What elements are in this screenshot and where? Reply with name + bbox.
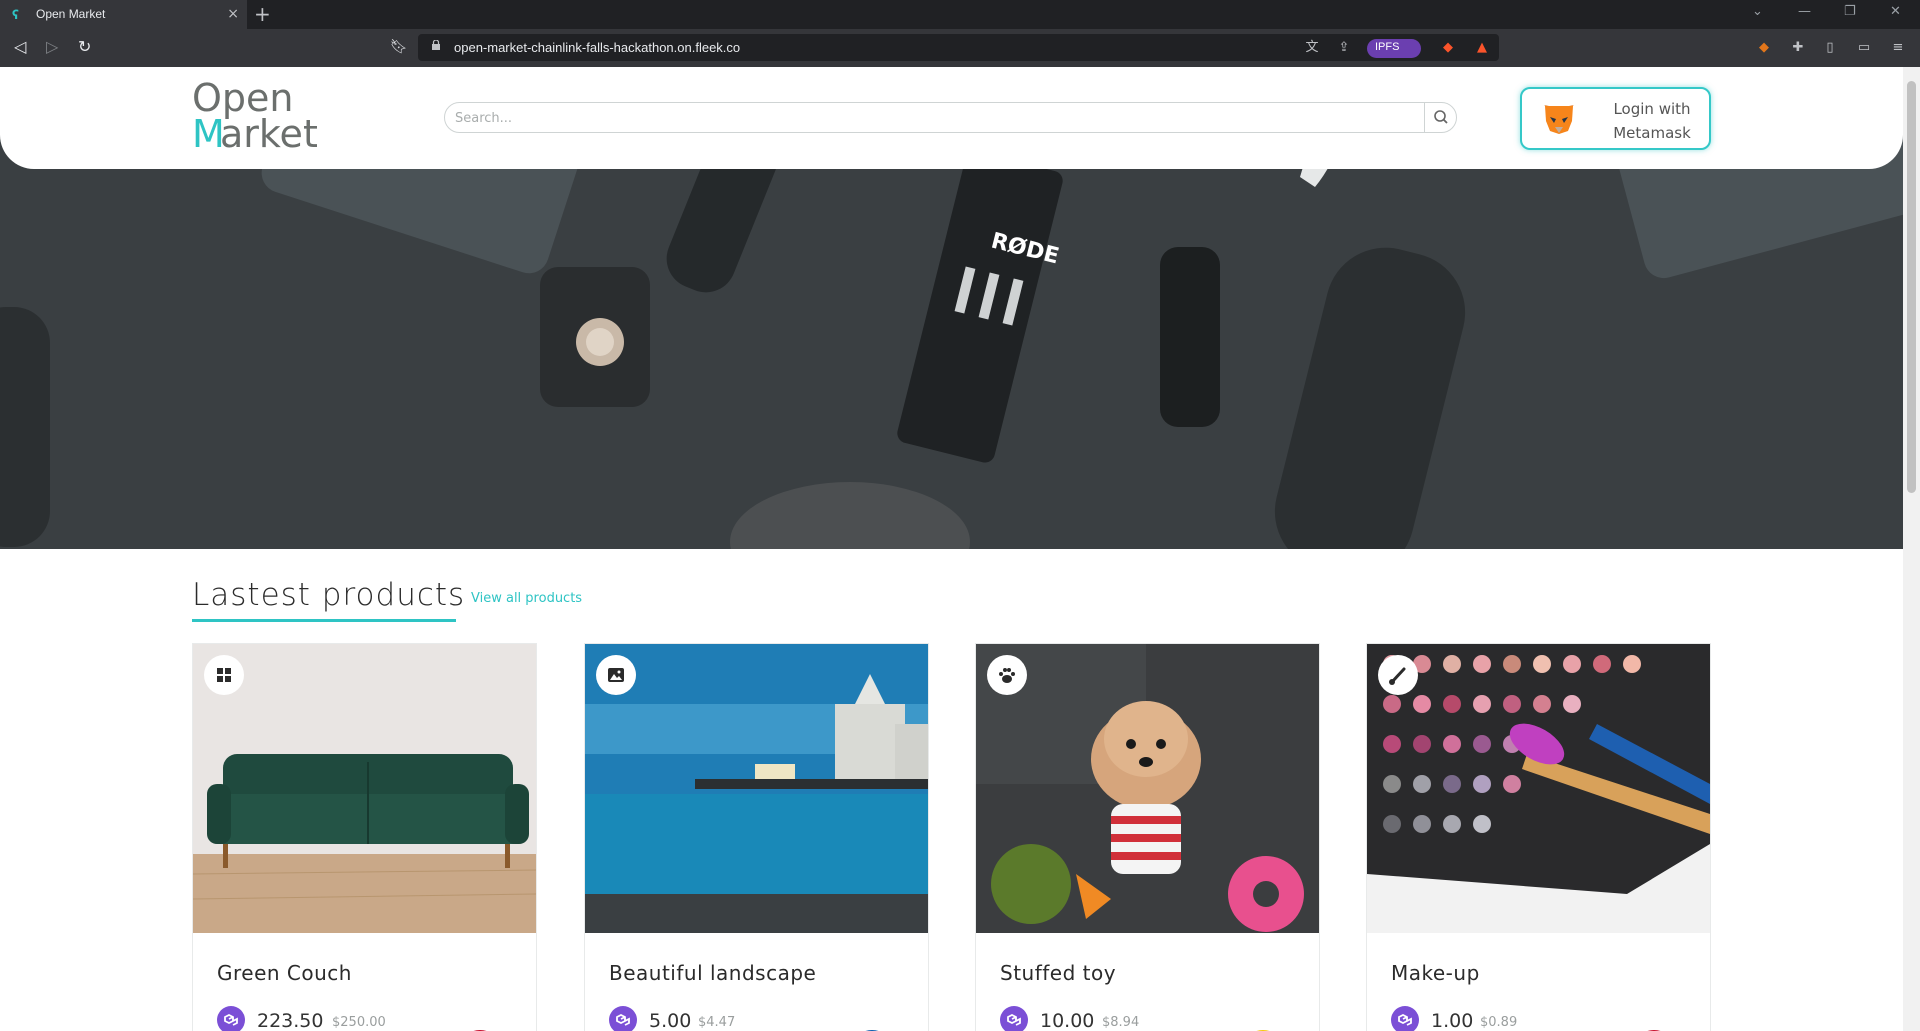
product-usd-price: $8.94 [1102,1015,1140,1030]
page-content: RØDE Open M arket Search... Login with M… [0,67,1903,1031]
wallet-icon[interactable]: ▭ [1856,39,1872,57]
extensions-icon[interactable]: ✚ [1790,39,1806,57]
category-badge [987,655,1027,695]
site-favicon-icon: ʕ [12,8,19,22]
section-title: Lastest products [192,577,466,613]
product-usd-price: $0.89 [1480,1015,1518,1030]
polygon-coin-icon [1000,1006,1028,1031]
brave-shield-icon[interactable]: ◆ [1440,39,1456,57]
forward-icon[interactable]: ▷ [46,37,58,57]
login-metamask-button[interactable]: Login with Metamask [1520,87,1711,150]
product-price: 223.50 [257,1010,324,1031]
section-title-underline [192,619,456,622]
product-usd-price: $250.00 [332,1015,386,1030]
menu-icon[interactable]: ≡ [1890,39,1906,57]
brush-icon [1389,667,1406,685]
product-image[interactable] [976,644,1319,933]
image-icon [608,668,624,682]
product-image[interactable] [1367,644,1710,933]
reload-icon[interactable]: ↻ [78,37,91,57]
product-name[interactable]: Green Couch [217,961,352,985]
close-tab-icon[interactable]: × [227,6,239,22]
metamask-fox-icon [1544,105,1574,134]
site-header: Open M arket Login wit [0,67,1903,169]
share-icon[interactable]: ⇪ [1336,39,1352,57]
logo-text-market: arket [220,112,318,156]
product-card[interactable]: Stuffed toy 10.00 $8.94 [975,643,1320,1031]
product-image[interactable] [193,644,536,933]
browser-tab[interactable]: ʕ Open Market × [0,0,247,29]
product-price: 1.00 [1431,1010,1474,1031]
site-logo[interactable]: Open M arket [192,79,352,159]
minimize-icon[interactable]: — [1798,4,1811,19]
product-card[interactable]: Beautiful landscape 5.00 $4.47 [584,643,929,1031]
new-tab-icon[interactable]: + [254,3,271,25]
ipfs-badge[interactable]: IPFS [1367,39,1421,58]
restore-icon[interactable]: ❐ [1844,4,1856,19]
browser-toolbar: ◁ ▷ ↻ 🔖︎ open-market-chainlink-falls-hac… [0,29,1920,67]
url-text: open-market-chainlink-falls-hackathon.on… [454,40,741,55]
scrollbar-thumb[interactable] [1907,81,1916,493]
view-all-products-link[interactable]: View all products [471,591,582,606]
close-window-icon[interactable]: ✕ [1890,4,1901,19]
login-label-line1: Login with [1613,100,1691,118]
brave-rewards-icon[interactable]: ▲ [1474,39,1490,57]
category-badge [596,655,636,695]
product-name[interactable]: Make-up [1391,961,1480,985]
bookmark-icon[interactable]: 🔖︎ [390,37,408,57]
product-image[interactable] [585,644,928,933]
search-icon [1434,110,1448,124]
translate-icon[interactable]: 文 [1304,39,1320,57]
polygon-coin-icon [609,1006,637,1031]
metamask-extension-icon[interactable]: ◆ [1756,39,1772,57]
product-card[interactable]: Green Couch 223.50 $250.00 [192,643,537,1031]
product-name[interactable]: Beautiful landscape [609,961,816,985]
tab-title: Open Market [36,7,106,21]
category-badge [1378,655,1418,695]
page-scrollbar[interactable] [1903,67,1920,1031]
lock-icon [432,40,440,50]
product-usd-price: $4.47 [698,1015,736,1030]
paw-icon [999,668,1015,683]
product-price: 10.00 [1040,1010,1095,1031]
back-icon[interactable]: ◁ [14,37,26,57]
login-label: Login with Metamask [1602,97,1702,145]
product-price: 5.00 [649,1010,692,1031]
product-name[interactable]: Stuffed toy [1000,961,1116,985]
search-button[interactable] [1424,103,1456,132]
search-bar [444,102,1457,133]
polygon-coin-icon [1391,1006,1419,1031]
tab-search-icon[interactable]: ⌄ [1752,4,1763,19]
login-label-line2: Metamask [1613,124,1691,142]
search-input[interactable] [455,108,1415,128]
category-badge [204,655,244,695]
sidebar-icon[interactable]: ▯ [1822,39,1838,57]
browser-tab-bar: ʕ Open Market × + ⌄ — ❐ ✕ [0,0,1920,29]
product-card[interactable]: Make-up 1.00 $0.89 [1366,643,1711,1031]
polygon-coin-icon [217,1006,245,1031]
grid-icon [217,668,231,682]
